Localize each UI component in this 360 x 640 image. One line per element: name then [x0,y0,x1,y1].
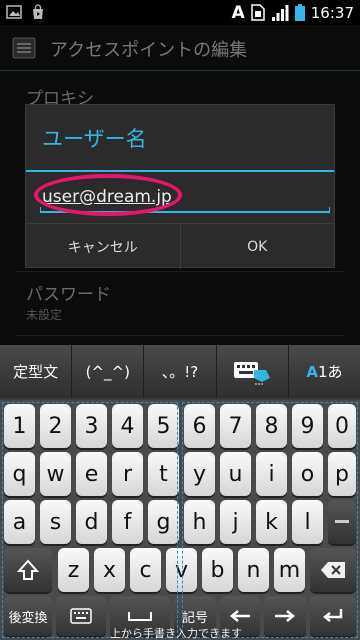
key-c[interactable]: c [130,548,161,592]
status-bar: A 16:37 [0,0,360,25]
password-value: 未設定 [26,308,63,322]
key-y[interactable]: y [184,452,215,496]
arrow-left-icon [230,610,250,622]
key-z[interactable]: z [58,548,89,592]
key-q[interactable]: q [4,452,35,496]
key-w[interactable]: w [40,452,71,496]
keyboard-hand-icon [234,361,271,385]
key-o[interactable]: o [292,452,323,496]
template-button[interactable]: 定型文 [0,345,73,398]
key-i[interactable]: i [256,452,287,496]
key-0[interactable]: 0 [328,404,356,448]
key-3[interactable]: 3 [76,404,107,448]
cursor-right-key[interactable] [264,596,306,636]
key-d[interactable]: d [76,500,107,544]
key-9[interactable]: 9 [292,404,323,448]
enter-key[interactable] [310,596,356,636]
mode-rest: 1あ [317,363,343,381]
keyboard-settings-key[interactable] [56,596,106,636]
enter-icon [322,609,343,622]
space-icon [128,612,152,621]
key-s[interactable]: s [40,500,71,544]
key-5[interactable]: 5 [148,404,179,448]
key-k[interactable]: k [256,500,287,544]
dialog-title: ユーザー名 [42,127,147,151]
key-e[interactable]: e [76,452,107,496]
punctuation-button[interactable]: 、。!? [144,345,217,398]
battery-icon [294,4,305,21]
key-p[interactable]: p [328,452,356,496]
shift-key[interactable] [4,548,52,592]
key-l[interactable]: l [292,500,323,544]
key-u[interactable]: u [220,452,251,496]
dash-icon [335,520,349,523]
key-r[interactable]: r [112,452,143,496]
emoticon-button[interactable]: (^_^) [72,345,145,398]
settings-icon[interactable] [12,37,36,59]
key-t[interactable]: t [148,452,179,496]
key-1[interactable]: 1 [4,404,35,448]
key-n[interactable]: n [238,548,269,592]
key-j[interactable]: j [220,500,251,544]
divider [16,271,344,272]
keyboard-icon [70,608,92,624]
clock: 16:37 [310,3,354,22]
username-field-wrap [34,174,330,216]
key-m[interactable]: m [274,548,305,592]
keyboard-toolbar: 定型文 (^_^) 、。!? A 1あ [0,345,360,398]
key-area: 1 2 3 4 5 6 7 8 9 0 q w e r t y u i o p … [0,400,360,640]
convert-key[interactable]: 後変換 [4,596,52,636]
key-b[interactable]: b [202,548,233,592]
username-dialog: ユーザー名 キャンセル OK [25,104,335,269]
signal-icon [271,4,289,21]
mode-a: A [306,362,318,381]
store-icon [33,4,43,19]
key-6[interactable]: 6 [184,404,215,448]
key-2[interactable]: 2 [40,404,71,448]
dialog-title-divider [26,170,334,172]
ok-button[interactable]: OK [179,224,335,269]
arrow-right-icon [275,610,295,622]
key-x[interactable]: x [94,548,125,592]
page-title: アクセスポイントの編集 [50,40,248,61]
divider [16,335,344,336]
key-h[interactable]: h [184,500,215,544]
password-setting[interactable]: パスワード [26,280,111,305]
key-g[interactable]: g [148,500,179,544]
backspace-key[interactable] [310,548,356,592]
dialog-buttons: キャンセル OK [26,223,334,269]
key-8[interactable]: 8 [256,404,287,448]
key-f[interactable]: f [112,500,143,544]
key-dash[interactable] [328,500,356,544]
key-7[interactable]: 7 [220,404,251,448]
cancel-button[interactable]: キャンセル [26,224,180,269]
key-a[interactable]: a [4,500,35,544]
shift-icon [17,559,39,580]
sim-icon [251,4,265,21]
image-icon [6,5,22,19]
highlight-annotation [34,174,182,216]
key-4[interactable]: 4 [112,404,143,448]
backspace-icon [321,562,345,578]
action-bar: アクセスポイントの編集 [0,25,360,71]
keyboard: 定型文 (^_^) 、。!? A 1あ 1 2 3 4 5 6 7 8 9 0 q [0,345,360,640]
input-mode-button[interactable]: A 1あ [288,345,360,398]
keyboard-switch-button[interactable] [216,345,289,398]
handwriting-hint: 上から手書き入力できます [110,627,242,640]
key-v[interactable]: v [166,548,197,592]
a-icon: A [231,2,245,23]
